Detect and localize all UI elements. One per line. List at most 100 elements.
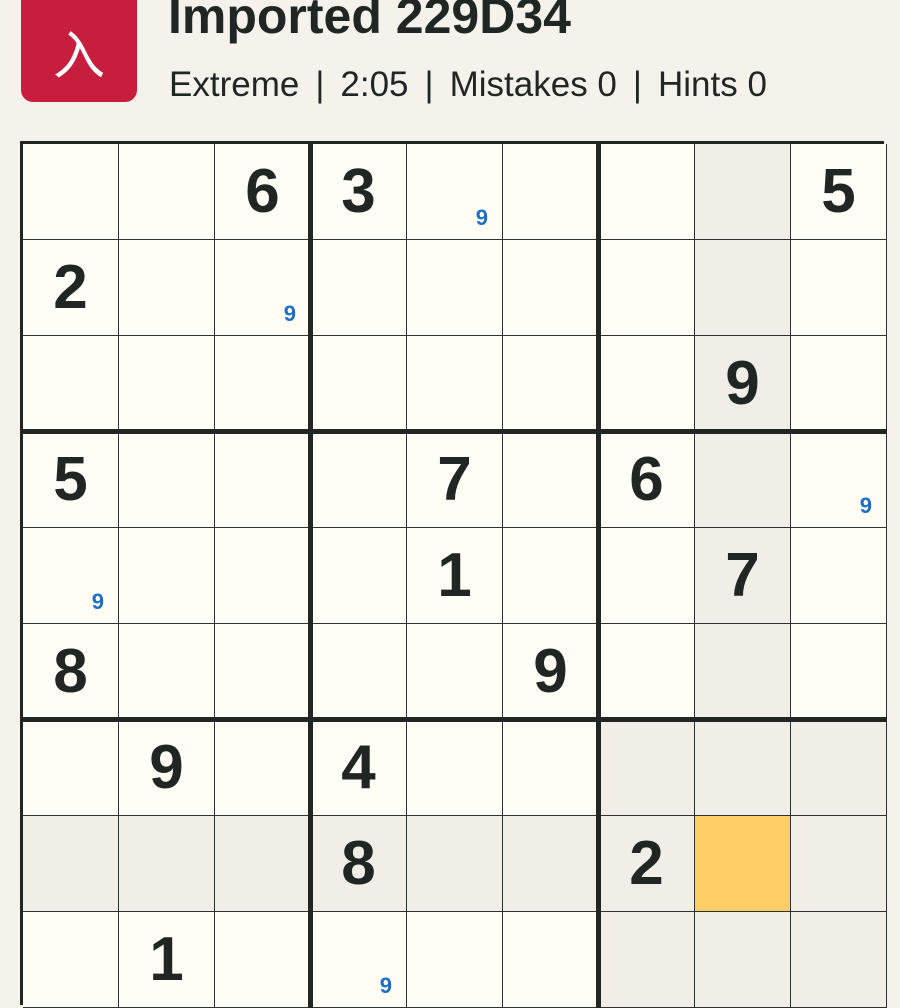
sudoku-cell[interactable] [695,432,791,528]
sudoku-cell[interactable] [503,912,599,1008]
sudoku-cell[interactable]: 9 [23,528,119,624]
sudoku-cell[interactable] [407,624,503,720]
given-digit: 9 [149,732,184,802]
sudoku-cell[interactable] [599,240,695,336]
sudoku-cell[interactable] [791,624,887,720]
sudoku-cell[interactable] [599,336,695,432]
sudoku-cell[interactable]: 2 [599,816,695,912]
sudoku-cell[interactable] [407,240,503,336]
box-divider-vertical [308,144,313,1008]
sudoku-cell[interactable] [119,624,215,720]
sudoku-cell[interactable] [311,240,407,336]
sudoku-cell[interactable] [791,336,887,432]
sudoku-cell[interactable]: 7 [407,432,503,528]
sudoku-cell[interactable] [695,624,791,720]
sudoku-cell[interactable] [215,624,311,720]
sudoku-cell[interactable]: 6 [599,432,695,528]
sudoku-cell[interactable] [599,912,695,1008]
sudoku-cell[interactable] [503,240,599,336]
sudoku-cell[interactable] [23,816,119,912]
sudoku-cell[interactable]: 9 [503,624,599,720]
sudoku-cell[interactable]: 3 [311,144,407,240]
sudoku-cell[interactable] [695,144,791,240]
sudoku-cell[interactable] [407,912,503,1008]
sudoku-cell[interactable] [311,336,407,432]
sudoku-cell[interactable] [215,912,311,1008]
sudoku-cell[interactable] [215,816,311,912]
sudoku-cell[interactable] [791,912,887,1008]
sudoku-cell[interactable] [407,336,503,432]
sudoku-cell[interactable] [215,432,311,528]
sudoku-cell[interactable]: 9 [119,720,215,816]
sudoku-cell[interactable] [791,816,887,912]
sudoku-cell[interactable]: 9 [791,432,887,528]
given-digit: 8 [341,828,376,898]
sudoku-cell[interactable] [599,720,695,816]
sudoku-cell[interactable] [407,816,503,912]
sudoku-cell[interactable] [23,144,119,240]
sudoku-cell[interactable] [695,720,791,816]
sudoku-cell[interactable]: 9 [695,336,791,432]
hints-label: Hints 0 [658,65,767,104]
sudoku-cell[interactable] [503,336,599,432]
sudoku-cell[interactable]: 6 [215,144,311,240]
sudoku-cell[interactable] [119,144,215,240]
sudoku-cell[interactable]: 8 [23,624,119,720]
stats-separator: | [315,65,325,104]
sudoku-cell[interactable] [119,432,215,528]
sudoku-cell[interactable]: 9 [407,144,503,240]
sudoku-cell[interactable] [503,816,599,912]
game-header: 入 Imported 229D34 Extreme | 2:05 | Mista… [0,0,900,140]
given-digit: 5 [53,444,88,514]
pencil-note: 9 [91,589,104,614]
sudoku-cell[interactable] [791,528,887,624]
sudoku-cell[interactable] [311,624,407,720]
sudoku-cell[interactable] [599,528,695,624]
sudoku-cell[interactable] [23,912,119,1008]
sudoku-cell[interactable] [407,720,503,816]
timer-label: 2:05 [340,65,409,104]
sudoku-cell[interactable] [695,816,791,912]
given-digit: 6 [629,444,664,514]
given-digit: 5 [821,156,856,226]
sudoku-cell[interactable] [503,528,599,624]
sudoku-cell[interactable] [503,144,599,240]
given-digit: 6 [245,156,280,226]
sudoku-cell[interactable]: 1 [407,528,503,624]
sudoku-cell[interactable]: 5 [791,144,887,240]
given-digit: 2 [53,252,88,322]
pencil-note: 9 [859,493,872,518]
sudoku-cell[interactable] [695,240,791,336]
sudoku-cell[interactable] [695,912,791,1008]
sudoku-cell[interactable]: 1 [119,912,215,1008]
sudoku-cell[interactable]: 4 [311,720,407,816]
sudoku-cell[interactable] [311,528,407,624]
sudoku-cell[interactable]: 2 [23,240,119,336]
sudoku-cell[interactable] [119,816,215,912]
sudoku-cell[interactable] [215,336,311,432]
sudoku-cell[interactable] [599,624,695,720]
pencil-note: 9 [283,301,296,326]
sudoku-cell[interactable] [23,336,119,432]
sudoku-cell[interactable] [119,336,215,432]
sudoku-cell[interactable] [791,720,887,816]
stats-separator: | [424,65,434,104]
stats-separator: | [632,65,642,104]
sudoku-cell[interactable] [599,144,695,240]
sudoku-cell[interactable]: 7 [695,528,791,624]
sudoku-cell[interactable] [311,432,407,528]
game-stats: Extreme | 2:05 | Mistakes 0 | Hints 0 [169,64,767,106]
sudoku-cell[interactable]: 8 [311,816,407,912]
sudoku-cell[interactable] [119,240,215,336]
box-divider-horizontal [23,429,887,434]
sudoku-cell[interactable] [503,720,599,816]
sudoku-cell[interactable]: 9 [311,912,407,1008]
sudoku-cell[interactable] [215,720,311,816]
sudoku-cell[interactable] [119,528,215,624]
sudoku-cell[interactable] [503,432,599,528]
sudoku-cell[interactable] [791,240,887,336]
sudoku-cell[interactable]: 9 [215,240,311,336]
sudoku-cell[interactable] [215,528,311,624]
sudoku-cell[interactable]: 5 [23,432,119,528]
sudoku-cell[interactable] [23,720,119,816]
